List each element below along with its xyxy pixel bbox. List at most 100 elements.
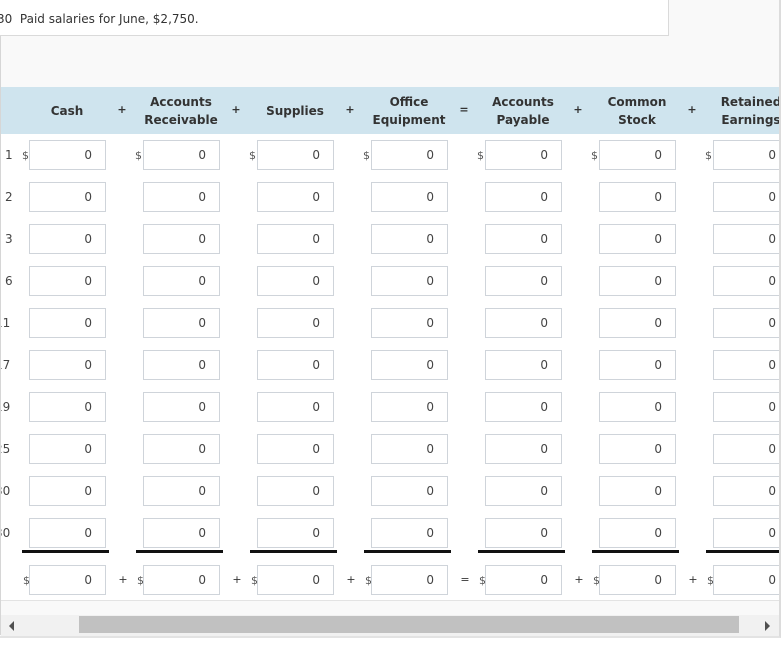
total-underline (706, 550, 779, 553)
amount-input-accounts-receivable[interactable] (143, 182, 220, 212)
amount-input-supplies[interactable] (257, 182, 334, 212)
amount-input-office-equipment[interactable] (371, 182, 448, 212)
amount-input-office-equipment[interactable] (371, 392, 448, 422)
amount-input-supplies[interactable] (257, 518, 334, 548)
amount-input-accounts-receivable[interactable] (143, 308, 220, 338)
amount-input-accounts-receivable[interactable] (143, 392, 220, 422)
row-date-label: 25 (1, 442, 11, 456)
scroll-right-arrow-icon[interactable] (765, 621, 770, 631)
total-underline (22, 550, 109, 553)
amount-input-retained-earnings[interactable] (713, 518, 779, 548)
equals-operator: = (459, 103, 469, 116)
amount-input-accounts-payable[interactable] (485, 476, 562, 506)
amount-input-office-equipment[interactable] (371, 266, 448, 296)
amount-input-supplies[interactable] (257, 140, 334, 170)
amount-input-cash[interactable] (29, 518, 106, 548)
transaction-description: 30 Paid salaries for June, $2,750. (0, 12, 199, 26)
amount-input-retained-earnings[interactable] (713, 182, 779, 212)
amount-input-office-equipment[interactable] (371, 476, 448, 506)
amount-input-cash[interactable] (29, 182, 106, 212)
total-input-supplies[interactable] (257, 565, 334, 595)
amount-input-accounts-receivable[interactable] (143, 350, 220, 380)
column-header-line2: Receivable (144, 112, 218, 127)
amount-input-cash[interactable] (29, 476, 106, 506)
amount-input-accounts-receivable[interactable] (143, 434, 220, 464)
amount-input-retained-earnings[interactable] (713, 392, 779, 422)
scroll-thumb[interactable] (79, 616, 739, 633)
amount-input-supplies[interactable] (257, 266, 334, 296)
amount-input-common-stock[interactable] (599, 308, 676, 338)
amount-input-common-stock[interactable] (599, 392, 676, 422)
amount-input-accounts-payable[interactable] (485, 434, 562, 464)
total-input-common-stock[interactable] (599, 565, 676, 595)
amount-input-supplies[interactable] (257, 434, 334, 464)
amount-input-office-equipment[interactable] (371, 140, 448, 170)
dollar-sign: $ (477, 149, 484, 162)
column-header-label: Supplies (266, 103, 324, 118)
total-equals-operator: = (460, 573, 470, 586)
total-input-cash[interactable] (29, 565, 106, 595)
amount-input-accounts-payable[interactable] (485, 350, 562, 380)
amount-input-cash[interactable] (29, 350, 106, 380)
amount-input-common-stock[interactable] (599, 266, 676, 296)
amount-input-supplies[interactable] (257, 308, 334, 338)
table-footer-strip (1, 600, 779, 615)
amount-input-common-stock[interactable] (599, 182, 676, 212)
amount-input-office-equipment[interactable] (371, 350, 448, 380)
amount-input-supplies[interactable] (257, 476, 334, 506)
amount-input-common-stock[interactable] (599, 350, 676, 380)
amount-input-accounts-receivable[interactable] (143, 266, 220, 296)
amount-input-retained-earnings[interactable] (713, 266, 779, 296)
amount-input-accounts-payable[interactable] (485, 308, 562, 338)
amount-input-retained-earnings[interactable] (713, 224, 779, 254)
amount-input-common-stock[interactable] (599, 476, 676, 506)
transaction-description-box: 30 Paid salaries for June, $2,750. (0, 0, 669, 36)
total-input-office-equipment[interactable] (371, 565, 448, 595)
plus-operator: + (117, 103, 127, 116)
amount-input-cash[interactable] (29, 434, 106, 464)
amount-input-cash[interactable] (29, 266, 106, 296)
amount-input-retained-earnings[interactable] (713, 140, 779, 170)
column-header-line2: Payable (496, 112, 550, 127)
amount-input-office-equipment[interactable] (371, 308, 448, 338)
amount-input-accounts-receivable[interactable] (143, 224, 220, 254)
amount-input-cash[interactable] (29, 392, 106, 422)
amount-input-accounts-payable[interactable] (485, 392, 562, 422)
amount-input-office-equipment[interactable] (371, 434, 448, 464)
scroll-left-arrow-icon[interactable] (9, 621, 14, 631)
amount-input-cash[interactable] (29, 224, 106, 254)
amount-input-retained-earnings[interactable] (713, 350, 779, 380)
horizontal-scrollbar[interactable] (1, 615, 779, 636)
column-header-line1: Accounts (150, 94, 212, 109)
amount-input-office-equipment[interactable] (371, 224, 448, 254)
amount-input-office-equipment[interactable] (371, 518, 448, 548)
total-input-retained-earnings[interactable] (713, 565, 779, 595)
amount-input-accounts-payable[interactable] (485, 266, 562, 296)
column-header-accounts-payable: Accounts Payable (477, 87, 569, 134)
total-underline (250, 550, 337, 553)
row-date-label: 6 (5, 274, 13, 288)
total-input-accounts-receivable[interactable] (143, 565, 220, 595)
amount-input-accounts-receivable[interactable] (143, 518, 220, 548)
amount-input-common-stock[interactable] (599, 140, 676, 170)
total-input-accounts-payable[interactable] (485, 565, 562, 595)
amount-input-retained-earnings[interactable] (713, 434, 779, 464)
amount-input-accounts-receivable[interactable] (143, 476, 220, 506)
amount-input-common-stock[interactable] (599, 434, 676, 464)
table-header: Cash Accounts Receivable Supplies Office Equi… (1, 87, 779, 134)
amount-input-cash[interactable] (29, 140, 106, 170)
row-date-label: 17 (1, 358, 11, 372)
amount-input-accounts-payable[interactable] (485, 140, 562, 170)
amount-input-accounts-payable[interactable] (485, 224, 562, 254)
amount-input-accounts-payable[interactable] (485, 518, 562, 548)
amount-input-cash[interactable] (29, 308, 106, 338)
amount-input-common-stock[interactable] (599, 224, 676, 254)
amount-input-retained-earnings[interactable] (713, 308, 779, 338)
amount-input-retained-earnings[interactable] (713, 476, 779, 506)
amount-input-supplies[interactable] (257, 350, 334, 380)
amount-input-accounts-payable[interactable] (485, 182, 562, 212)
amount-input-accounts-receivable[interactable] (143, 140, 220, 170)
amount-input-supplies[interactable] (257, 392, 334, 422)
amount-input-common-stock[interactable] (599, 518, 676, 548)
amount-input-supplies[interactable] (257, 224, 334, 254)
